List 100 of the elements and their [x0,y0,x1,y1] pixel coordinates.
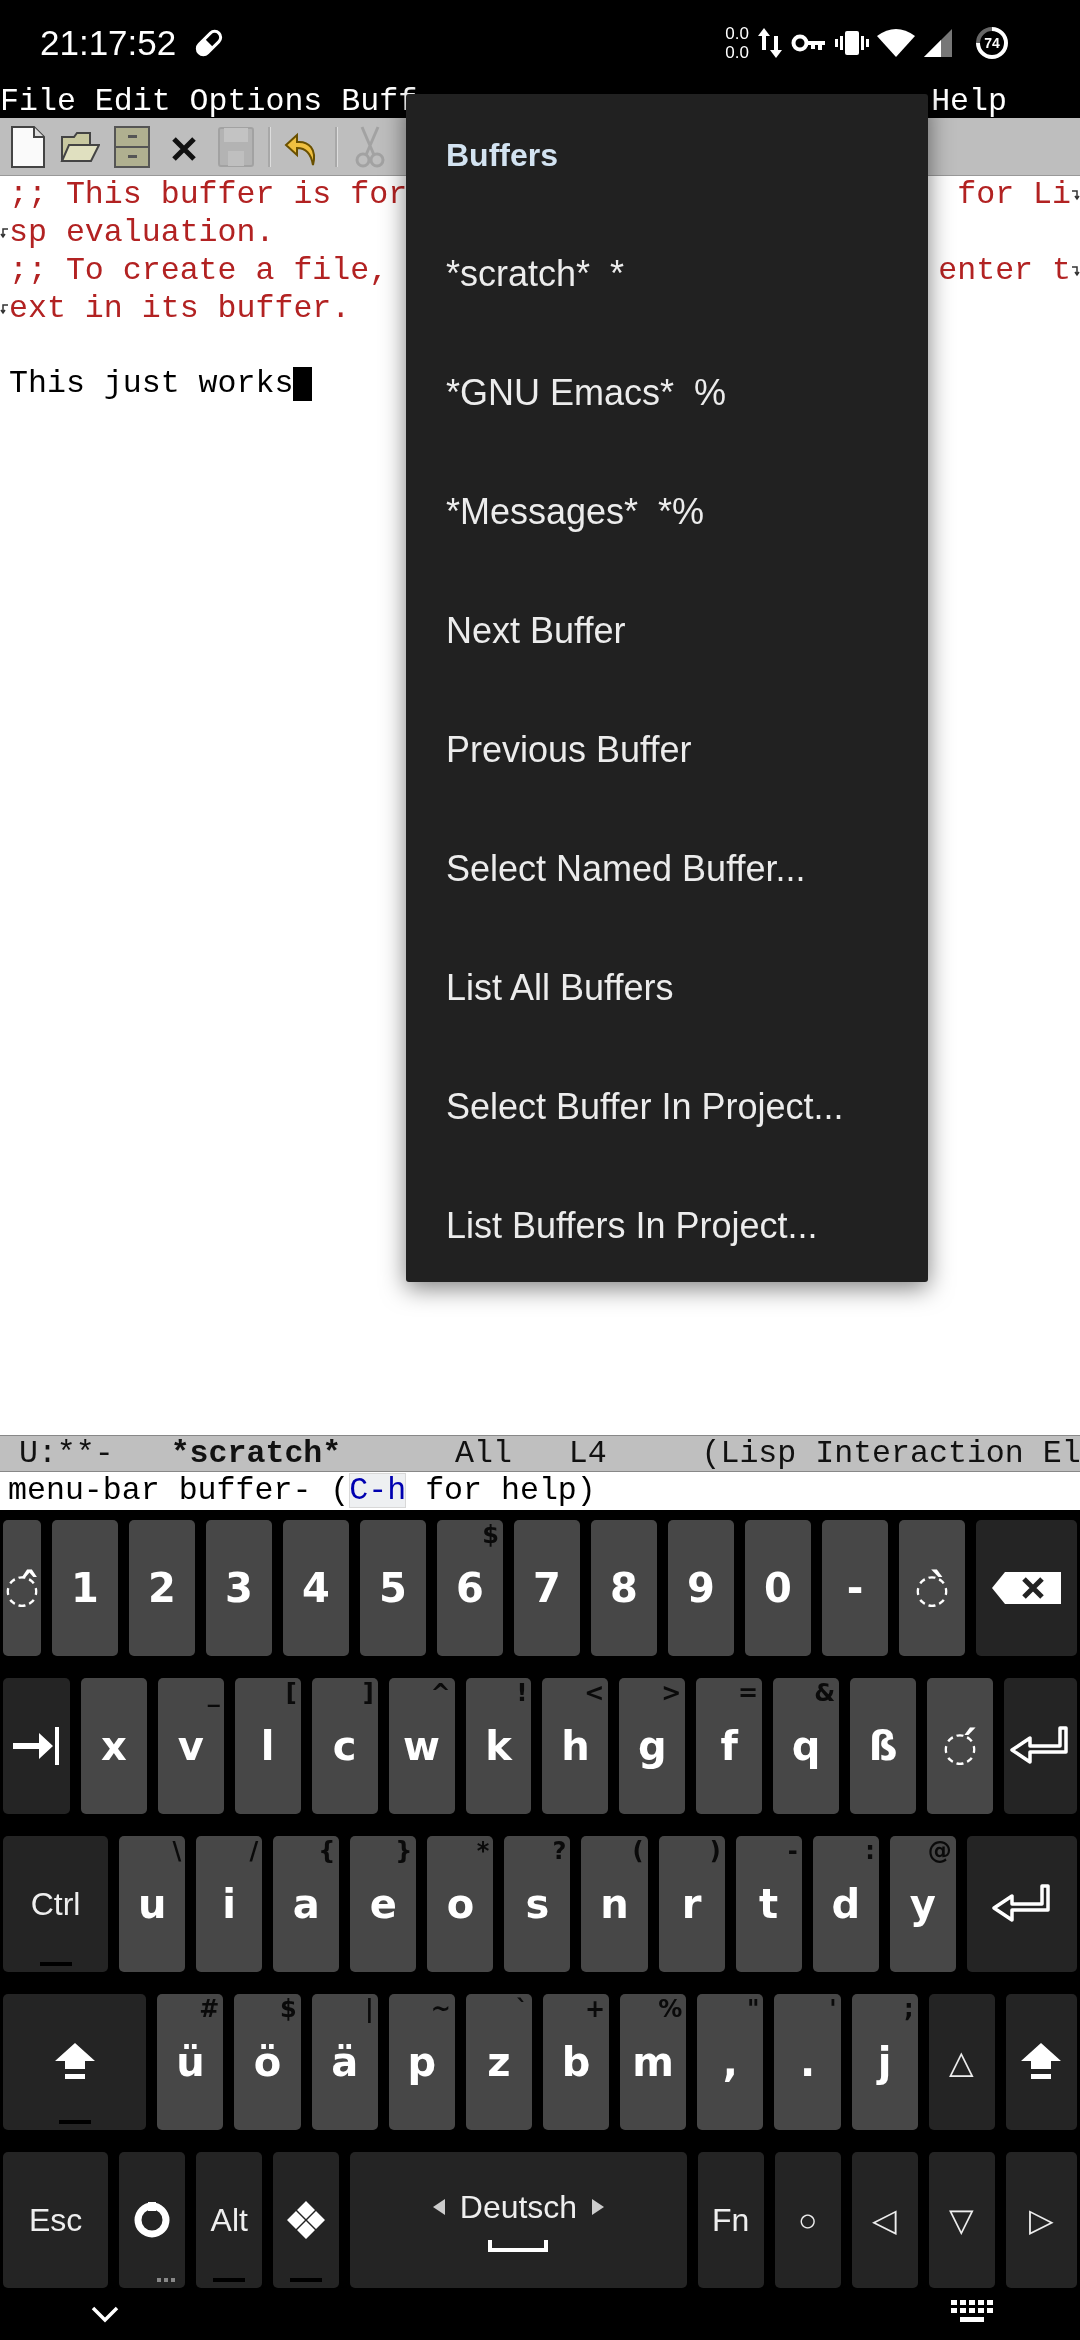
keyboard-key[interactable]: r ) [658,1836,725,1972]
menu-item[interactable]: Help [931,86,1007,118]
code-text: This just works [9,365,294,404]
keyboard-key[interactable]: ◌̀ [899,1520,965,1656]
chevron-down-icon[interactable] [90,2305,120,2323]
keyboard-key[interactable] [273,2152,340,2288]
keyboard-key[interactable]: n ( [581,1836,648,1972]
code-text: sp evaluation. [9,213,275,252]
echo-message: menu-bar buffer- (C-h for help) [8,1473,596,1508]
code-text: for Li [957,176,1071,214]
shift-key[interactable] [3,1994,147,2130]
keyboard-key[interactable]: ○ [774,2152,841,2288]
clock-time: 21:17:52 [40,23,177,63]
keyboard-key[interactable]: p ~ [388,1994,455,2130]
tab-key[interactable] [3,1678,70,1814]
keyboard-key[interactable]: . ' [774,1994,841,2130]
keyboard-key[interactable]: ö $ [234,1994,301,2130]
keyboard-key[interactable]: 1 [52,1520,118,1656]
keyboard-key[interactable]: Alt [196,2152,263,2288]
keyboard-key[interactable]: △ [928,1994,995,2130]
keyboard-key[interactable]: 3 [206,1520,272,1656]
keyboard-key[interactable]: Esc [3,2152,109,2288]
battery-level-text: 74 [984,34,1000,52]
code-text: ext in its buffer. [9,289,351,328]
keyboard-key[interactable]: b + [543,1994,610,2130]
mode-line-text: (Lisp Interaction El [701,1436,1080,1471]
keyboard-key[interactable]: o * [427,1836,494,1972]
keyboard-key[interactable]: 9 [668,1520,734,1656]
keyboard-key[interactable]: Ctrl [3,1836,109,1972]
data-arrows-icon [757,26,783,60]
menu-item[interactable]: Options [189,86,323,118]
keyboard-key[interactable]: ä | [311,1994,378,2130]
vibrate-icon [835,29,869,57]
space-key[interactable]: Deutsch [350,2152,687,2288]
keyboard-key[interactable]: ß [850,1678,917,1814]
keyboard-key[interactable]: f = [696,1678,763,1814]
keyboard-key[interactable]: x [80,1678,147,1814]
keyboard-key[interactable]: 5 [360,1520,426,1656]
keyboard-key[interactable]: v _ [157,1678,224,1814]
keyboard-key[interactable]: Fn [697,2152,764,2288]
code-text: enter t [938,251,1071,290]
enter-key[interactable] [1004,1678,1077,1814]
backspace-key[interactable] [976,1520,1077,1656]
shift-key[interactable] [1005,1994,1077,2130]
menu-item[interactable]: *GNU Emacs* % [446,333,928,452]
code-text: ;; This buffer is for [9,176,408,214]
keyboard-key[interactable]: ▽ [928,2152,995,2288]
new-file-icon[interactable] [8,124,48,169]
keyboard-key[interactable]: k ! [465,1678,532,1814]
menu-item[interactable]: List Buffers In Project... [446,1166,928,1285]
keyboard-key[interactable]: y @ [889,1836,956,1972]
menu-item[interactable]: Select Named Buffer... [446,809,928,928]
keyboard-key[interactable]: 2 [129,1520,195,1656]
keyboard-key[interactable]: ▷ [1005,2152,1077,2288]
keyboard-key[interactable]: 6 $ [437,1520,503,1656]
keyboard-key[interactable]: j ; [851,1994,918,2130]
keyboard-key[interactable]: l [ [234,1678,301,1814]
upload-rate-text: 0.0 [725,24,749,43]
keyboard-key[interactable]: ◁ [851,2152,918,2288]
menu-title: Buffers [446,136,559,175]
keyboard-key[interactable]: m % [620,1994,687,2130]
menu-item[interactable]: *Messages* *% [446,452,928,571]
menu-item[interactable]: List All Buffers [446,928,928,1047]
keyboard-key[interactable]: a { [273,1836,340,1972]
keyboard-key[interactable]: 0 [745,1520,811,1656]
keyboard-key[interactable]: s ? [504,1836,571,1972]
keyboard-key[interactable]: - [822,1520,888,1656]
mode-line-text: U:**- [18,1436,114,1471]
menu-item[interactable]: Previous Buffer [446,690,928,809]
keyboard-key[interactable]: 4 [283,1520,349,1656]
menu-item[interactable]: Next Buffer [446,571,928,690]
keyboard-key[interactable]: ◌̂ [3,1520,41,1656]
keyboard-key[interactable]: g > [619,1678,686,1814]
menu-item[interactable]: *scratch* * [446,214,928,333]
keyboard-key[interactable]: i / [196,1836,263,1972]
keyboard-key[interactable]: h < [542,1678,609,1814]
enter-key[interactable] [966,1836,1077,1972]
cabinet-icon[interactable] [112,124,152,169]
menu-item[interactable]: Select Buffer In Project... [446,1047,928,1166]
keyboard-key[interactable]: ü # [157,1994,224,2130]
keyboard-key[interactable] [119,2152,186,2288]
keyboard-key[interactable]: 8 [591,1520,657,1656]
keyboard-key[interactable]: q & [773,1678,840,1814]
menu-item[interactable]: Edit [94,86,171,118]
menu-item[interactable]: File [0,86,76,118]
keyboard-key[interactable]: z ` [465,1994,532,2130]
keyboard-key[interactable]: , " [697,1994,764,2130]
mode-line-text: All [455,1436,512,1471]
mode-line-text: L4 [568,1436,607,1471]
keyboard-key[interactable]: u \ [119,1836,186,1972]
battery-icon [975,26,1009,60]
keyboard-key[interactable]: 7 [514,1520,580,1656]
keyboard-key[interactable]: w ^ [388,1678,455,1814]
keyboard-key[interactable]: ◌́ [927,1678,993,1814]
diamonds-icon [286,2200,327,2240]
keyboard-key[interactable]: c ] [311,1678,378,1814]
keyboard-key[interactable]: d : [812,1836,879,1972]
keyboard-key[interactable]: t - [735,1836,802,1972]
download-rate-text: 0.0 [725,43,749,62]
keyboard-key[interactable]: e } [350,1836,417,1972]
